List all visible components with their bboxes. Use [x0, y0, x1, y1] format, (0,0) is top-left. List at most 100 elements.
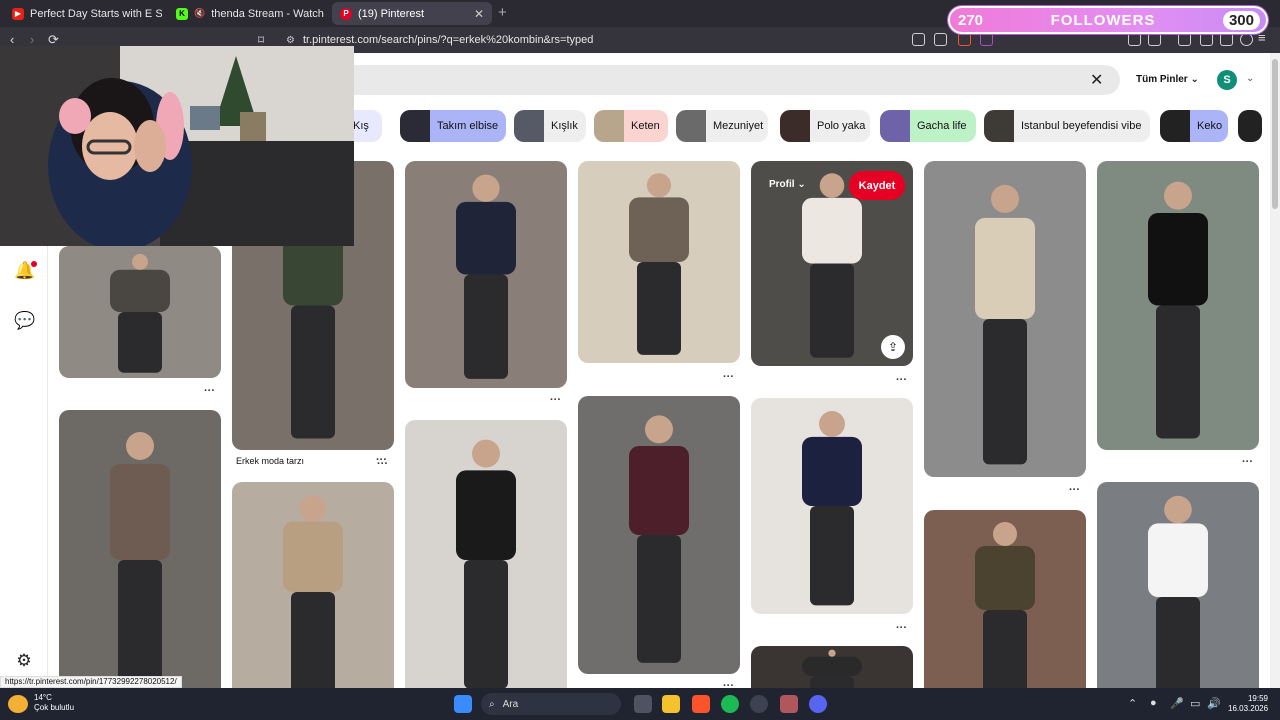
profile-board-dropdown[interactable]: Profil ⌄ [769, 179, 806, 190]
rewards-icon[interactable] [980, 33, 993, 46]
pin-card[interactable] [924, 161, 1086, 477]
scrollbar-thumb[interactable] [1272, 59, 1278, 209]
pin-card[interactable] [405, 420, 567, 688]
more-options-icon[interactable]: ··· [723, 680, 734, 688]
pin-title[interactable]: Erkek moda tarzı [236, 456, 304, 466]
more-options-icon[interactable]: ··· [204, 385, 215, 397]
chip-thumbnail [1160, 110, 1190, 142]
chip-6[interactable]: Polo yaka [780, 110, 870, 142]
muted-icon: 🔇 [194, 8, 206, 18]
pin-card[interactable] [578, 396, 740, 674]
share-icon[interactable]: ⇪ [881, 335, 905, 359]
weather-icon[interactable] [8, 695, 28, 713]
filter-label: Tüm Pinler [1136, 74, 1188, 85]
pin-card[interactable] [751, 398, 913, 614]
volume-icon[interactable]: 🔊 [1207, 697, 1221, 710]
followers-goal: 300 [1222, 10, 1260, 30]
more-options-icon[interactable]: ··· [1069, 484, 1080, 496]
pin-image [629, 173, 689, 355]
address-bar[interactable]: ⚙ tr.pinterest.com/search/pins/?q=erkek%… [280, 30, 900, 50]
tab-pinterest[interactable]: P (19) Pinterest ✕ [332, 2, 492, 25]
tab-youtube[interactable]: ▶ Perfect Day Starts with E S P R E S S [4, 2, 162, 25]
start-icon[interactable] [454, 695, 472, 713]
wallet-icon[interactable] [1200, 33, 1213, 46]
chevron-up-icon[interactable]: ⌃ [1128, 697, 1137, 710]
chip-overflow[interactable] [1238, 110, 1262, 142]
address-text: tr.pinterest.com/search/pins/?q=erkek%20… [302, 34, 594, 46]
pin-card[interactable] [59, 246, 221, 378]
chip-9[interactable]: Keko [1160, 110, 1228, 142]
steam-icon[interactable] [750, 695, 768, 713]
messages-icon[interactable]: 💬 [14, 311, 35, 331]
monitor-icon[interactable]: ▭ [1190, 697, 1200, 710]
discord-icon[interactable] [809, 695, 827, 713]
clock[interactable]: 19:59 16.03.2026 [1228, 694, 1268, 714]
webcam-overlay [0, 46, 354, 246]
extension-icon[interactable] [1128, 33, 1141, 46]
pin-image [975, 184, 1035, 465]
pin-card[interactable] [578, 161, 740, 363]
clear-search-icon[interactable]: ✕ [1090, 70, 1103, 90]
settings-icon[interactable]: ⚙ [14, 651, 34, 671]
chip-5[interactable]: Mezuniyet [676, 110, 768, 142]
more-options-icon[interactable]: ··· [896, 622, 907, 634]
file-explorer-icon[interactable] [662, 695, 680, 713]
chip-label: Keko [1197, 120, 1223, 132]
tray-app-icon[interactable]: ● [1150, 697, 1157, 709]
tab-title: (19) Pinterest [358, 7, 425, 20]
weather-widget[interactable]: 14°C Çok bulutlu [34, 693, 74, 713]
pin-image [802, 410, 862, 606]
pin-card[interactable] [59, 410, 221, 688]
pin-card[interactable] [1097, 161, 1259, 450]
app-icon[interactable] [780, 695, 798, 713]
more-options-icon[interactable]: ··· [896, 374, 907, 386]
date: 16.03.2026 [1228, 704, 1269, 713]
pin-image [110, 432, 170, 688]
chip-2[interactable]: Takım elbise [400, 110, 506, 142]
pin-image [802, 649, 862, 688]
pin-card[interactable] [232, 482, 394, 688]
search-input[interactable] [300, 65, 1120, 95]
new-tab-button[interactable]: + [498, 4, 507, 21]
chip-thumbnail [780, 110, 810, 142]
pin-card[interactable] [405, 161, 567, 388]
more-options-icon[interactable]: ··· [377, 458, 388, 470]
vpn-icon[interactable] [1240, 33, 1253, 46]
pin-card[interactable] [1097, 482, 1259, 688]
chip-8[interactable]: Istanbul beyefendisi vibe [984, 110, 1150, 142]
site-info-icon[interactable]: ⚙ [286, 35, 295, 46]
pin-card[interactable] [924, 510, 1086, 688]
taskbar-search[interactable]: ⌕ Ara [481, 693, 621, 715]
more-options-icon[interactable]: ··· [550, 394, 561, 406]
more-options-icon[interactable]: ··· [723, 371, 734, 383]
save-button[interactable]: Kaydet [849, 171, 905, 200]
extension-icon[interactable] [1148, 33, 1161, 46]
chevron-down-icon[interactable]: ⌄ [1246, 73, 1254, 84]
extension-icon[interactable] [1220, 33, 1233, 46]
spotify-icon[interactable] [721, 695, 739, 713]
chip-3[interactable]: Kışlık [514, 110, 586, 142]
close-tab-icon[interactable]: ✕ [474, 7, 484, 21]
youtube-icon: ▶ [12, 7, 24, 20]
chip-4[interactable]: Keten [594, 110, 668, 142]
pin-image [110, 253, 170, 373]
brave-shield-icon[interactable] [958, 33, 971, 46]
screen-icon[interactable] [912, 33, 925, 46]
share-icon[interactable] [934, 33, 947, 46]
chip-7[interactable]: Gacha life [880, 110, 976, 142]
more-options-icon[interactable]: ··· [1242, 456, 1253, 468]
sidebar-icon[interactable] [1178, 33, 1191, 46]
task-view-icon[interactable] [634, 695, 652, 713]
tab-kick[interactable]: K 🔇 thenda Stream - Watch Live on K [168, 2, 326, 25]
pin-image [1148, 181, 1208, 439]
search-icon: ⌕ [489, 698, 495, 710]
pin-card[interactable] [751, 646, 913, 688]
brave-icon[interactable] [692, 695, 710, 713]
chip-label: Mezuniyet [713, 120, 764, 132]
avatar[interactable]: S [1217, 70, 1237, 90]
microphone-icon[interactable]: 🎤 [1170, 697, 1184, 710]
windows-taskbar: 14°C Çok bulutlu ⌕ Ara ⌃ ● 🎤 ▭ 🔊 19:59 1… [0, 688, 1280, 720]
page-scrollbar[interactable] [1270, 53, 1280, 688]
pin-filter-dropdown[interactable]: Tüm Pinler ⌄ [1136, 74, 1199, 85]
link-preview-status: https://tr.pinterest.com/pin/17732992278… [0, 676, 182, 688]
